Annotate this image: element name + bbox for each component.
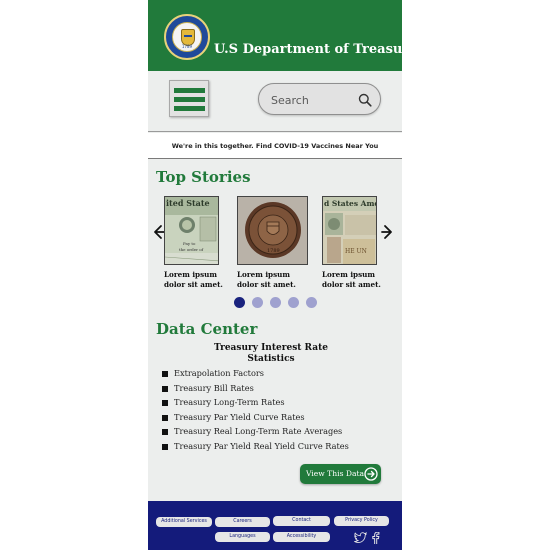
arrow-right-icon[interactable]: [381, 224, 395, 240]
pagination-dot[interactable]: [288, 297, 299, 308]
interest-rate-heading: Treasury Interest Rate Statistics: [148, 343, 394, 365]
interest-rate-heading-line1: Treasury Interest Rate: [214, 343, 328, 353]
footer-link-languages[interactable]: Languages: [215, 532, 270, 542]
footer-link-contact[interactable]: Contact: [273, 516, 330, 526]
facebook-icon[interactable]: [369, 532, 382, 544]
footer-link-careers[interactable]: Careers: [215, 517, 270, 527]
covid-banner[interactable]: We're in this together. Find COVID-19 Va…: [148, 133, 402, 159]
story-caption-line2: dolor sit amet.: [164, 280, 223, 289]
story-caption-line1: Lorem ipsum: [237, 270, 290, 279]
currency-note-image: ited State Pay to the order of: [164, 196, 219, 265]
search-input[interactable]: [271, 91, 351, 109]
currency-bills-image: d States Ame HE UN: [322, 196, 377, 265]
twitter-icon[interactable]: [354, 532, 367, 544]
story-caption-line1: Lorem ipsum: [322, 270, 375, 279]
story-card[interactable]: ited State Pay to the order of Lorem ips…: [164, 196, 223, 290]
toolbar: [148, 71, 402, 132]
view-data-button[interactable]: View This Data: [300, 464, 381, 484]
list-item[interactable]: Treasury Par Yield Curve Rates: [162, 412, 349, 427]
pagination-dot-active[interactable]: [234, 297, 245, 308]
site-title[interactable]: U.S Department of Treasury: [214, 42, 402, 57]
footer-link-privacy-policy[interactable]: Privacy Policy: [334, 516, 389, 526]
list-item[interactable]: Treasury Real Long-Term Rate Averages: [162, 426, 349, 441]
svg-text:HE UN: HE UN: [345, 248, 367, 255]
menu-button[interactable]: [169, 80, 209, 117]
search-box[interactable]: [258, 83, 381, 115]
mobile-page: 1789 U.S Department of Treasury We're in…: [148, 0, 402, 550]
interest-rate-heading-line2: Statistics: [247, 354, 295, 364]
view-data-label: View This Data: [306, 469, 365, 478]
list-item[interactable]: Treasury Bill Rates: [162, 383, 349, 398]
search-icon[interactable]: [358, 93, 372, 107]
seal-year: 1789: [181, 44, 193, 49]
footer-link-accessibility[interactable]: Accessibility: [273, 532, 330, 542]
svg-text:ited State: ited State: [166, 198, 210, 208]
story-card[interactable]: d States Ame HE UN Lorem ipsum dolor sit…: [322, 196, 381, 290]
svg-text:1789: 1789: [267, 248, 280, 254]
pagination-dot[interactable]: [270, 297, 281, 308]
list-item[interactable]: Extrapolation Factors: [162, 368, 349, 383]
data-center-title: Data Center: [156, 320, 258, 338]
story-caption-line2: dolor sit amet.: [237, 280, 296, 289]
svg-text:the order of: the order of: [179, 247, 204, 252]
pagination-dot[interactable]: [252, 297, 263, 308]
treasury-medal-image: 1789: [237, 196, 308, 265]
arrow-left-icon[interactable]: [151, 224, 165, 240]
arrow-circle-right-icon: [364, 467, 378, 481]
story-card[interactable]: 1789 Lorem ipsum dolor sit amet.: [237, 196, 308, 290]
site-footer: Additional Services Careers Contact Priv…: [148, 501, 402, 550]
story-caption-line1: Lorem ipsum: [164, 270, 217, 279]
treasury-seal-icon[interactable]: 1789: [164, 14, 210, 60]
svg-text:d States Ame: d States Ame: [324, 199, 377, 208]
footer-link-additional-services[interactable]: Additional Services: [156, 517, 212, 527]
list-item[interactable]: Treasury Long-Term Rates: [162, 397, 349, 412]
top-stories-title: Top Stories: [156, 168, 251, 186]
svg-text:Pay to: Pay to: [183, 241, 196, 246]
story-caption-line2: dolor sit amet.: [322, 280, 381, 289]
seal-center: 1789: [172, 22, 202, 52]
pagination-dot[interactable]: [306, 297, 317, 308]
list-item[interactable]: Treasury Par Yield Real Yield Curve Rate…: [162, 441, 349, 456]
site-header: 1789 U.S Department of Treasury: [148, 0, 402, 71]
interest-rate-list: Extrapolation Factors Treasury Bill Rate…: [162, 368, 349, 455]
